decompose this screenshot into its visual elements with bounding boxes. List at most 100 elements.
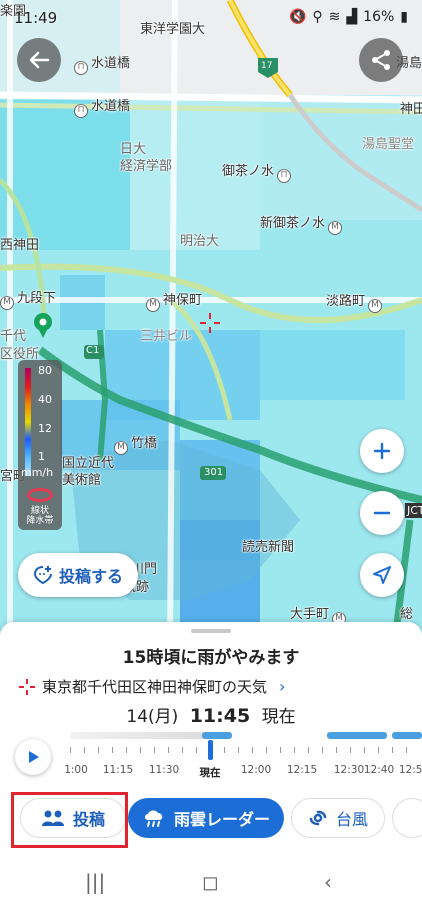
station-label[interactable]: M 竹橋 [114, 432, 157, 455]
station-icon: M [0, 296, 14, 310]
timeline-rain-segment [202, 732, 232, 739]
station-label[interactable]: ⊓ 水道橋 [74, 52, 130, 75]
back-button[interactable] [17, 38, 61, 82]
crosshair-icon [19, 678, 35, 695]
post-report-button[interactable]: 投稿する [18, 553, 138, 597]
location-weather-link[interactable]: 東京都千代田区神田神保町の天気 › [18, 676, 285, 697]
zoom-in-button[interactable] [360, 429, 404, 473]
battery-icon: ▮ [400, 9, 408, 25]
mute-icon: 🔇 [288, 9, 307, 25]
play-icon [29, 751, 39, 763]
station-name: 神保町 [163, 293, 203, 308]
map-label: 湯島聖堂 [362, 137, 415, 152]
arrow-left-icon [29, 51, 50, 69]
station-label[interactable]: 淡路町 M [326, 290, 385, 313]
timeline-date: 14(月) [126, 707, 179, 727]
station-name: 水道橋 [91, 56, 131, 71]
zoom-out-button[interactable] [360, 491, 404, 535]
tab-rain-radar[interactable]: 雨雲レーダー [128, 798, 284, 838]
station-name: 新御茶ノ水 [260, 216, 326, 231]
android-nav-bar: ||| ◻ ‹ [0, 858, 422, 906]
station-name: 九段下 [17, 291, 57, 306]
station-icon: ⊓ [277, 169, 292, 183]
chevron-right-icon: › [279, 677, 286, 696]
route-shield-label: 17 [261, 61, 273, 71]
timeline-rain-segment [327, 732, 387, 739]
timeline-label: 12:30 [333, 764, 365, 776]
rain-forecast-headline: 15時頃に雨がやみます [122, 648, 300, 668]
station-label[interactable]: M 九段下 [0, 287, 56, 310]
map-label: 千代 [0, 329, 27, 344]
map-label: 美術館 [62, 473, 102, 488]
station-name: 大手町 [290, 607, 330, 622]
route-shield-label: 301 [204, 467, 224, 478]
tab-more[interactable] [392, 798, 422, 838]
legend-tick: 12 [38, 422, 52, 435]
timeline-slider[interactable]: 1:00 11:15 11:30 現在 12:00 12:15 12:30 12… [62, 730, 422, 785]
route-shield-label: C1 [86, 345, 100, 356]
map-label: 明治大 [180, 234, 220, 249]
post-report-label: 投稿する [58, 567, 123, 586]
station-icon: ⊓ [74, 104, 88, 118]
timeline-label: 12:00 [240, 764, 272, 776]
timeline-past-bar [70, 732, 210, 739]
timeline-label: 12:40 [363, 764, 395, 776]
navigation-arrow-icon [373, 566, 391, 584]
home-icon[interactable]: ◻ [202, 870, 219, 894]
station-icon: M [368, 299, 383, 313]
location-icon: ⚲ [312, 9, 323, 25]
station-label[interactable]: M 神保町 [146, 289, 202, 312]
recent-apps-icon[interactable]: ||| [85, 870, 105, 894]
timeline-ticks [62, 747, 422, 759]
timeline-label: 11:15 [102, 764, 134, 776]
wifi-icon: ≋ [328, 9, 341, 25]
highlight-box [11, 792, 128, 848]
timeline-label-current: 現在 [199, 767, 221, 779]
rain-radar-map[interactable]: 楽園 東洋学園大 ⊓ 水道橋 湯島 神田 ⊓ 水道橋 日大 経済学部 湯島聖堂 御茶… [0, 0, 422, 640]
map-base-layer [0, 0, 422, 640]
legend-tick: 40 [38, 393, 52, 406]
timeline-datetime: 14(月) 11:45 現在 [0, 702, 422, 727]
sheet-drag-handle[interactable] [191, 629, 231, 633]
map-label: 読売新聞 [242, 540, 295, 555]
map-label: 総 [400, 607, 414, 622]
station-name: 御茶ノ水 [222, 164, 275, 179]
timeline-label: 12:15 [286, 764, 318, 776]
station-name: 水道橋 [91, 99, 131, 114]
station-icon: M [146, 298, 160, 312]
station-icon: ⊓ [74, 61, 88, 75]
location-weather-text: 東京都千代田区神田神保町の天気 [42, 678, 268, 696]
tab-typhoon-label: 台風 [335, 810, 368, 829]
timeline-rain-segment [392, 732, 422, 739]
station-label[interactable]: 御茶ノ水 ⊓ [222, 160, 294, 183]
map-label: 神田 [400, 102, 422, 117]
tab-rain-radar-label: 雨雲レーダー [173, 810, 270, 829]
linear-band-icon [27, 488, 53, 502]
legend-color-bar [25, 368, 31, 476]
play-button[interactable] [15, 739, 51, 775]
legend-unit: mm/h [21, 466, 54, 479]
timeline-label: 12:50 [398, 764, 422, 776]
plus-icon [373, 442, 391, 460]
station-name: 竹橋 [131, 436, 158, 451]
back-nav-icon[interactable]: ‹ [324, 870, 332, 894]
timeline-label: 11:30 [148, 764, 180, 776]
rain-cloud-icon [144, 810, 163, 827]
station-label[interactable]: 西神田 [0, 234, 39, 253]
map-label: JCT [405, 503, 422, 518]
station-icon: M [328, 221, 343, 235]
signal-icon: ▟ [346, 9, 358, 25]
current-location-button[interactable] [360, 553, 404, 597]
status-icons: 🔇 ⚲ ≋ ▟ 16% ▮ [289, 9, 408, 25]
share-button[interactable] [359, 38, 403, 82]
timeline-time: 11:45 [189, 705, 251, 727]
tab-typhoon[interactable]: 台風 [291, 798, 385, 838]
typhoon-icon [309, 810, 327, 826]
clock: 11:49 [14, 9, 58, 27]
legend-tick: 80 [38, 364, 52, 377]
station-label[interactable]: ⊓ 水道橋 [74, 95, 130, 118]
battery-percent: 16% [363, 9, 395, 25]
minus-icon [373, 511, 391, 515]
station-label[interactable]: 新御茶ノ水 M [260, 212, 345, 235]
station-icon: M [114, 441, 128, 455]
